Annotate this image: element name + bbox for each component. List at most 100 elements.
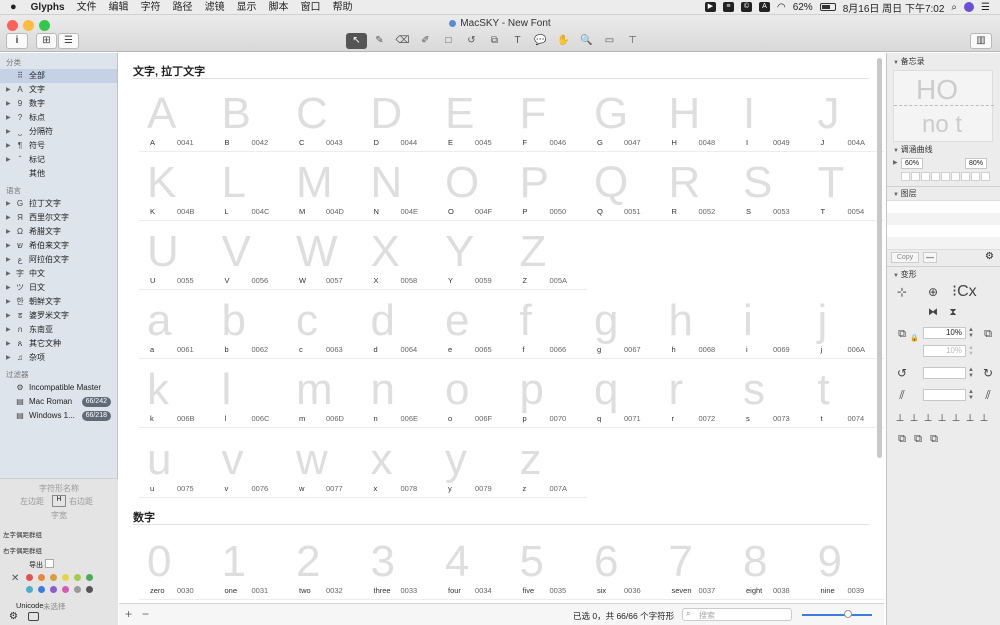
align-left-icon[interactable]: ⊥ bbox=[893, 410, 907, 428]
sidebar-item[interactable]: ▶ ˆ 标记 bbox=[0, 153, 117, 167]
glyph-cell[interactable]: n n 006E bbox=[362, 362, 438, 432]
glyph-cell[interactable]: w w 0077 bbox=[288, 432, 363, 502]
glyph-cell[interactable]: W W 0057 bbox=[288, 224, 363, 294]
rotate-field[interactable] bbox=[923, 367, 966, 379]
glyph-cell[interactable]: H H 0048 bbox=[660, 86, 736, 156]
disclosure-triangle-icon[interactable]: ▶ bbox=[6, 281, 14, 295]
scale-stepper[interactable]: ▲ ▼ bbox=[968, 327, 974, 339]
color-label-swatch[interactable] bbox=[26, 586, 33, 593]
sidebar-item[interactable]: ▤ Windows 1... 66/218 bbox=[0, 409, 117, 423]
intersect-icon[interactable]: ⧉ bbox=[925, 430, 943, 448]
disclosure-triangle-icon[interactable]: ▶ bbox=[6, 351, 14, 365]
sidebar-item[interactable]: ▶ ש 希伯来文字 bbox=[0, 239, 117, 253]
glyph-cell[interactable]: s s 0073 bbox=[735, 362, 810, 432]
slant-left-icon[interactable]: ⫽ bbox=[893, 386, 911, 404]
search-field[interactable]: ⌕ 搜索 bbox=[682, 608, 792, 621]
disclosure-triangle-icon[interactable]: ▶ bbox=[6, 139, 14, 153]
sidebar-item[interactable]: ▶ ጰ 其它文种 bbox=[0, 337, 117, 351]
glyph-cell[interactable]: Q Q 0051 bbox=[586, 155, 661, 225]
color-label-swatch[interactable] bbox=[38, 586, 45, 593]
glyph-cell[interactable]: z z 007A bbox=[511, 432, 587, 502]
glyph-cell[interactable]: I I 0049 bbox=[735, 86, 810, 156]
sidebar-item[interactable]: ▶ ♫ 杂项 bbox=[0, 351, 117, 365]
scale-stepper-secondary[interactable]: ▲ ▼ bbox=[968, 345, 974, 357]
menu-window[interactable]: 窗口 bbox=[295, 0, 327, 15]
glyph-cell[interactable]: J J 004A bbox=[809, 86, 884, 156]
left-sidebearing-field[interactable]: 左边距 bbox=[20, 496, 44, 507]
status-icon-2[interactable]: ≡ bbox=[722, 2, 734, 12]
status-icon-3[interactable]: © bbox=[740, 2, 752, 12]
disclosure-triangle-icon[interactable]: ▶ bbox=[6, 309, 14, 323]
sidebar-item[interactable]: ⚙ Incompatible Master bbox=[0, 381, 117, 395]
glyph-cell[interactable]: G G 0047 bbox=[586, 86, 661, 156]
eraser-tool[interactable]: ⌫ bbox=[392, 33, 413, 49]
disclosure-triangle-icon[interactable]: ▶ bbox=[6, 337, 14, 351]
glyph-cell[interactable]: u u 0075 bbox=[139, 432, 214, 502]
color-label-swatch[interactable] bbox=[50, 574, 57, 581]
curve-cell[interactable] bbox=[901, 172, 910, 181]
color-label-swatch[interactable] bbox=[86, 574, 93, 581]
glyph-cell[interactable]: 2 two 0032 bbox=[288, 534, 363, 603]
vertical-scrollbar[interactable] bbox=[877, 58, 882, 458]
info-button[interactable]: i bbox=[6, 33, 28, 49]
align-top-icon[interactable]: ⊥ bbox=[935, 410, 949, 428]
sidebar-item[interactable]: ▶ G 拉丁文字 bbox=[0, 197, 117, 211]
glyph-cell[interactable]: k k 006B bbox=[139, 362, 214, 432]
glyph-cell[interactable]: q q 0071 bbox=[586, 362, 661, 432]
disclosure-triangle-icon[interactable]: ▶ bbox=[6, 253, 14, 267]
sidebar-item[interactable]: ▶? 标点 bbox=[0, 111, 117, 125]
rotate-tool[interactable]: ↺ bbox=[461, 33, 482, 49]
sidebar-item[interactable]: 其他 bbox=[0, 167, 117, 181]
apple-menu-icon[interactable]: ● bbox=[0, 0, 25, 15]
glyph-cell[interactable]: 3 three 0033 bbox=[362, 534, 438, 603]
disclosure-triangle-icon[interactable]: ▶ bbox=[6, 97, 14, 111]
glyph-cell[interactable]: i i 0069 bbox=[735, 293, 810, 363]
annotation-tool[interactable]: 💬 bbox=[530, 33, 551, 49]
curve-cell[interactable] bbox=[941, 172, 950, 181]
right-kerning-group-field[interactable]: 右字偶距群组 bbox=[3, 545, 42, 555]
slant-field[interactable] bbox=[923, 389, 966, 401]
curve-cell[interactable] bbox=[911, 172, 920, 181]
menu-filter[interactable]: 滤镜 bbox=[199, 0, 231, 15]
menu-edit[interactable]: 编辑 bbox=[103, 0, 135, 15]
width-field[interactable]: 字宽 bbox=[0, 510, 118, 521]
curve-cell[interactable] bbox=[971, 172, 980, 181]
sidebar-item[interactable]: ▶ 한 朝鲜文字 bbox=[0, 295, 117, 309]
glyph-cell[interactable]: Z Z 005A bbox=[511, 224, 587, 294]
align-middle-icon[interactable]: ⊥ bbox=[949, 410, 963, 428]
glyph-cell[interactable]: K K 004B bbox=[139, 155, 214, 225]
glyph-cell[interactable]: y y 0079 bbox=[437, 432, 512, 502]
slant-stepper[interactable]: ▲ ▼ bbox=[968, 389, 974, 401]
glyph-cell[interactable]: 1 one 0031 bbox=[213, 534, 289, 603]
curve-cell[interactable] bbox=[981, 172, 990, 181]
disclosure-triangle-icon[interactable]: ▶ bbox=[6, 125, 14, 139]
origin-x-icon[interactable]: ⁝Cx bbox=[952, 283, 977, 301]
glyph-cell[interactable]: L L 004C bbox=[213, 155, 289, 225]
flip-horizontal-icon[interactable]: ⧓ bbox=[924, 304, 942, 322]
rotate-cw-icon[interactable]: ↻ bbox=[979, 364, 997, 382]
sidebar-item[interactable]: ▶ ¶ 符号 bbox=[0, 139, 117, 153]
glyph-cell[interactable]: 6 six 0036 bbox=[586, 534, 661, 603]
sidebar-item[interactable]: ▶ ड 婆罗米文字 bbox=[0, 309, 117, 323]
select-all-points-icon[interactable]: ⊹ bbox=[893, 283, 911, 301]
remove-layer-button[interactable]: — bbox=[923, 252, 937, 263]
glyph-cell[interactable]: m m 006D bbox=[288, 362, 363, 432]
scale-field[interactable]: 10% bbox=[923, 327, 966, 339]
glyph-cell[interactable]: f f 0066 bbox=[511, 293, 587, 363]
sidebar-toggle-button[interactable]: ▥ bbox=[970, 33, 992, 49]
align-center-icon[interactable]: ⊥ bbox=[907, 410, 921, 428]
rectangle-tool[interactable]: □ bbox=[438, 33, 459, 49]
curve-cell[interactable] bbox=[921, 172, 930, 181]
disclosure-triangle-icon[interactable]: ▶ bbox=[6, 83, 14, 97]
disclosure-triangle-icon[interactable]: ▶ bbox=[6, 295, 14, 309]
curve-left-field[interactable]: 60% bbox=[901, 158, 923, 169]
disclosure-triangle-icon[interactable]: ▶ bbox=[6, 111, 14, 125]
color-label-swatch[interactable] bbox=[74, 574, 81, 581]
status-icon-1[interactable]: ▶ bbox=[704, 2, 716, 12]
preview-toggle-icon[interactable] bbox=[28, 612, 39, 621]
glyph-cell[interactable]: D D 0044 bbox=[362, 86, 438, 156]
glyph-name-field[interactable]: 字符形名称 bbox=[0, 483, 118, 494]
sidebar-item[interactable]: ▶ ﻉ 阿拉伯文字 bbox=[0, 253, 117, 267]
control-center-icon[interactable]: ☰ bbox=[981, 2, 990, 13]
layers-header[interactable]: ▼ 图层 bbox=[893, 188, 917, 199]
